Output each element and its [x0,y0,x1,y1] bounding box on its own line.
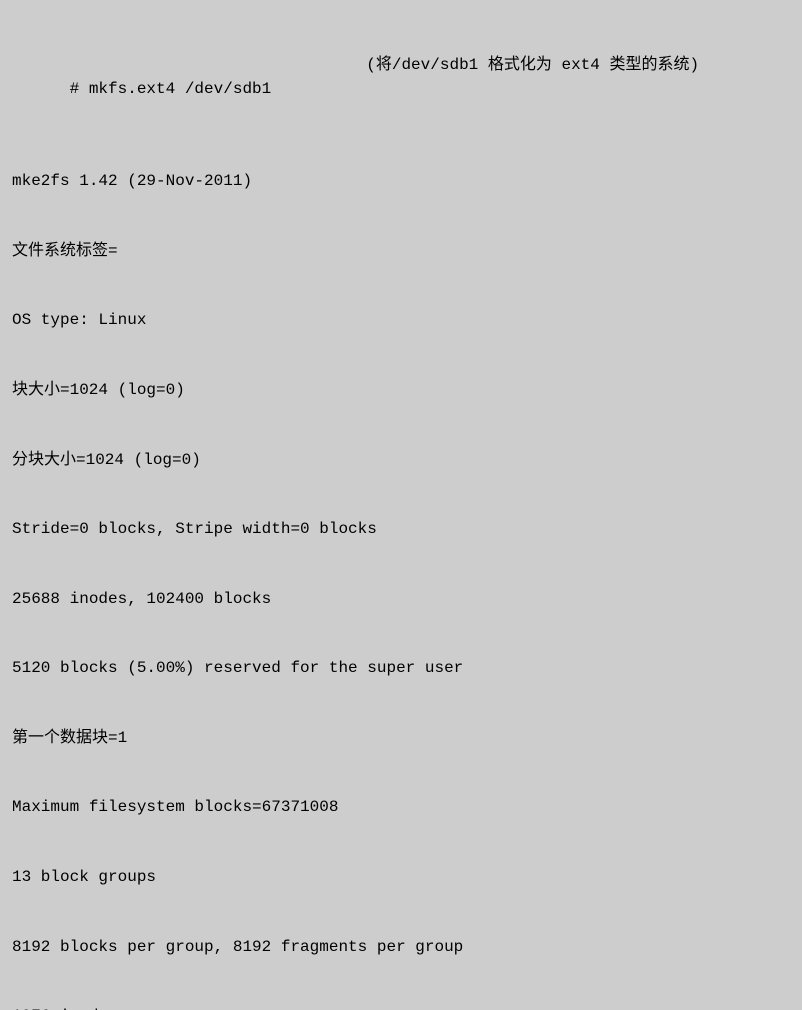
output-line: 8192 blocks per group, 8192 fragments pe… [12,936,790,959]
output-line: 分块大小=1024 (log=0) [12,449,790,472]
output-line: Stride=0 blocks, Stripe width=0 blocks [12,518,790,541]
shell-prompt: # [70,80,89,98]
terminal-output: # mkfs.ext4 /dev/sdb1 (将/dev/sdb1 格式化为 e… [0,0,802,1010]
output-line: 25688 inodes, 102400 blocks [12,588,790,611]
output-line: 13 block groups [12,866,790,889]
command-comment: (将/dev/sdb1 格式化为 ext4 类型的系统) [366,54,699,124]
output-line: 5120 blocks (5.00%) reserved for the sup… [12,657,790,680]
output-line: 1976 inodes per group [12,1005,790,1010]
output-line: Maximum filesystem blocks=67371008 [12,796,790,819]
output-line: 第一个数据块=1 [12,727,790,750]
command-line: # mkfs.ext4 /dev/sdb1 (将/dev/sdb1 格式化为 e… [12,54,790,124]
command-text: mkfs.ext4 /dev/sdb1 [89,80,271,98]
output-line: OS type: Linux [12,309,790,332]
output-line: 块大小=1024 (log=0) [12,379,790,402]
output-line: mke2fs 1.42 (29-Nov-2011) [12,170,790,193]
output-line: 文件系统标签= [12,240,790,263]
